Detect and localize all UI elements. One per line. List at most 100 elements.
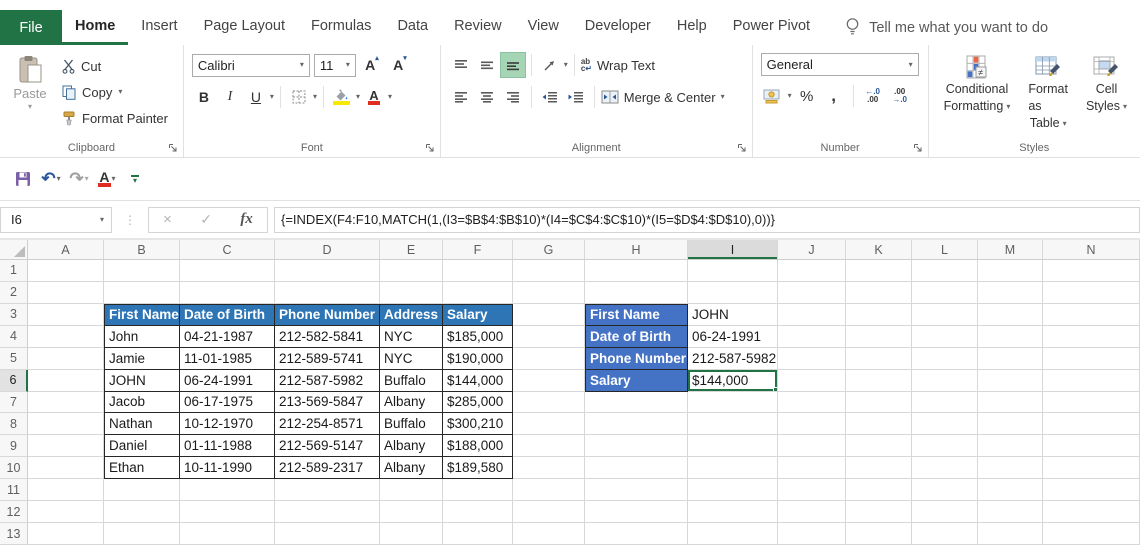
cell-E13[interactable] [380,523,443,545]
cell-D10[interactable]: 212-589-2317 [275,457,380,479]
cell-G1[interactable] [513,260,585,282]
cell-K2[interactable] [846,282,912,304]
cell-H11[interactable] [585,479,688,501]
cell-G2[interactable] [513,282,585,304]
cell-M11[interactable] [978,479,1043,501]
align-left-button[interactable] [449,85,473,109]
cell-N2[interactable] [1043,282,1140,304]
fill-handle[interactable] [773,387,778,392]
cell-J5[interactable] [778,348,846,370]
cell-B4[interactable]: John [104,326,180,348]
cell-I3[interactable]: JOHN [688,304,778,326]
column-header-G[interactable]: G [513,240,585,259]
accounting-chevron-icon[interactable]: ▾ [788,92,792,100]
cell-C13[interactable] [180,523,275,545]
cell-C1[interactable] [180,260,275,282]
column-header-N[interactable]: N [1043,240,1140,259]
cell-B10[interactable]: Ethan [104,457,180,479]
cell-K7[interactable] [846,392,912,414]
italic-button[interactable]: I [218,85,242,109]
name-box[interactable]: I6 ▾ [0,207,112,233]
column-header-C[interactable]: C [180,240,275,259]
cell-G13[interactable] [513,523,585,545]
bold-button[interactable]: B [192,85,216,109]
cell-F7[interactable]: $285,000 [443,392,513,414]
wrap-text-button[interactable]: ab c↵ Wrap Text [581,53,655,77]
qat-font-color-button[interactable]: A ▾ [94,166,120,192]
cell-H5[interactable]: Phone Number [585,348,688,370]
cell-F2[interactable] [443,282,513,304]
cell-C11[interactable] [180,479,275,501]
cell-D1[interactable] [275,260,380,282]
merge-center-button[interactable]: Merge & Center ▾ [601,85,725,109]
row-header-3[interactable]: 3 [0,304,28,326]
decrease-decimal-button[interactable]: .00→.0 [888,84,912,108]
cell-G5[interactable] [513,348,585,370]
cell-D5[interactable]: 212-589-5741 [275,348,380,370]
cell-L12[interactable] [912,501,978,523]
cell-I8[interactable] [688,413,778,435]
borders-button[interactable] [287,85,311,109]
cell-B11[interactable] [104,479,180,501]
tab-formulas[interactable]: Formulas [298,10,384,45]
cancel-icon[interactable]: × [163,211,172,228]
cell-A2[interactable] [28,282,104,304]
cell-D11[interactable] [275,479,380,501]
cell-B6[interactable]: JOHN [104,370,180,392]
enter-icon[interactable]: ✓ [200,211,212,228]
select-all-corner[interactable] [0,240,28,259]
cell-A6[interactable] [28,370,104,392]
cell-H3[interactable]: First Name [585,304,688,326]
tab-file[interactable]: File [0,10,62,45]
center-button[interactable] [475,85,499,109]
cell-N12[interactable] [1043,501,1140,523]
cell-M4[interactable] [978,326,1043,348]
cell-A11[interactable] [28,479,104,501]
cell-C7[interactable]: 06-17-1975 [180,392,275,414]
cell-N13[interactable] [1043,523,1140,545]
increase-font-size-button[interactable]: A▴ [360,53,384,77]
clipboard-dialog-launcher[interactable] [168,143,178,153]
accounting-format-button[interactable] [761,84,785,108]
cell-M5[interactable] [978,348,1043,370]
cell-N11[interactable] [1043,479,1140,501]
cell-E6[interactable]: Buffalo [380,370,443,392]
cell-N5[interactable] [1043,348,1140,370]
format-as-table-button[interactable]: Format as Table▾ [1021,53,1075,134]
customize-qat-button[interactable]: ▾ [122,166,148,192]
cell-E5[interactable]: NYC [380,348,443,370]
number-dialog-launcher[interactable] [913,143,923,153]
row-header-12[interactable]: 12 [0,501,28,523]
tab-review[interactable]: Review [441,10,515,45]
cell-A1[interactable] [28,260,104,282]
row-header-10[interactable]: 10 [0,457,28,479]
copy-button[interactable]: Copy ▾ [62,81,168,103]
format-painter-button[interactable]: Format Painter [62,107,168,129]
cell-I7[interactable] [688,392,778,414]
tab-help[interactable]: Help [664,10,720,45]
cell-B3[interactable]: First Name [104,304,180,326]
cell-A4[interactable] [28,326,104,348]
cell-J7[interactable] [778,392,846,414]
cell-D7[interactable]: 213-569-5847 [275,392,380,414]
comma-style-button[interactable]: , [822,84,846,108]
font-dialog-launcher[interactable] [425,143,435,153]
cell-G12[interactable] [513,501,585,523]
row-header-6[interactable]: 6 [0,370,28,392]
font-size-select[interactable]: 11 ▾ [314,54,356,77]
row-header-5[interactable]: 5 [0,348,28,370]
fill-color-button[interactable] [330,85,354,109]
cell-K10[interactable] [846,457,912,479]
cell-F11[interactable] [443,479,513,501]
row-header-2[interactable]: 2 [0,282,28,304]
cell-J12[interactable] [778,501,846,523]
cell-D4[interactable]: 212-582-5841 [275,326,380,348]
cell-N4[interactable] [1043,326,1140,348]
cell-styles-button[interactable]: Cell Styles▾ [1079,53,1134,134]
cell-L8[interactable] [912,413,978,435]
cell-M13[interactable] [978,523,1043,545]
column-header-F[interactable]: F [443,240,513,259]
cell-E12[interactable] [380,501,443,523]
cell-K4[interactable] [846,326,912,348]
cell-M1[interactable] [978,260,1043,282]
